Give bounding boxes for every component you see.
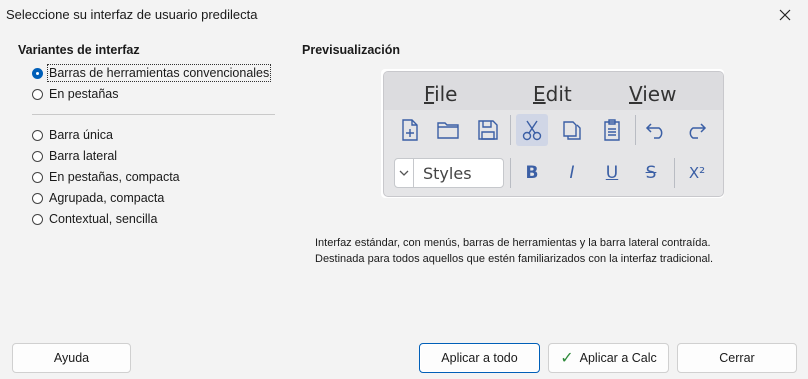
preview-heading: Previsualización <box>302 43 400 57</box>
preview-menubar: File Edit View <box>384 72 723 110</box>
radio-button[interactable] <box>32 88 43 100</box>
radio-label: En pestañas, compacta <box>49 170 180 184</box>
new-document-icon <box>394 114 426 146</box>
preview-formatting-toolbar: Styles B I U S X² <box>384 154 723 192</box>
bold-icon: B <box>525 163 539 183</box>
radio-button[interactable] <box>32 171 43 183</box>
apply-calc-label: Aplicar a Calc <box>579 351 657 365</box>
radio-groupedbar-compact[interactable]: Agrupada, compacta <box>32 190 164 206</box>
radio-button[interactable] <box>32 192 43 204</box>
checkmark-icon: ✓ <box>560 350 574 367</box>
description: Interfaz estándar, con menús, barras de … <box>315 235 713 267</box>
radio-label: Agrupada, compacta <box>49 191 165 205</box>
radio-sidebar[interactable]: Barra lateral <box>32 148 117 164</box>
radio-button[interactable] <box>32 150 43 162</box>
toolbar-separator <box>674 158 675 188</box>
radio-label: Contextual, sencilla <box>49 212 158 226</box>
radio-conventional-toolbars[interactable]: Barras de herramientas convencionales <box>32 64 272 82</box>
preview-menu-file: File <box>424 82 458 106</box>
preview-menu-edit: Edit <box>533 82 572 106</box>
radio-label: Barra lateral <box>49 149 118 163</box>
preview-standard-toolbar <box>384 114 723 152</box>
close-icon[interactable] <box>762 0 808 30</box>
divider <box>32 114 275 115</box>
title-bar: Seleccione su interfaz de usuario predil… <box>0 0 808 30</box>
redo-icon <box>680 114 712 146</box>
underline-icon: U <box>605 163 619 183</box>
description-line-2: Destinada para todos aquellos que estén … <box>315 253 714 265</box>
help-button[interactable]: Ayuda <box>12 343 131 373</box>
radio-button[interactable] <box>32 213 43 225</box>
close-button[interactable]: Cerrar <box>677 343 797 373</box>
window-title: Seleccione su interfaz de usuario predil… <box>6 7 258 22</box>
toolbar-separator <box>510 115 511 145</box>
paste-icon <box>596 114 628 146</box>
radio-button[interactable] <box>32 129 43 141</box>
save-icon <box>472 114 504 146</box>
variants-heading: Variantes de interfaz <box>18 43 140 57</box>
italic-icon: I <box>569 163 575 183</box>
undo-icon <box>640 114 672 146</box>
radio-contextual-single[interactable]: Contextual, sencilla <box>32 211 157 227</box>
preview-menu-view: View <box>629 82 677 106</box>
open-folder-icon <box>432 114 464 146</box>
radio-tabbed-compact[interactable]: En pestañas, compacta <box>32 169 180 185</box>
apply-calc-button[interactable]: ✓ Aplicar a Calc <box>548 343 669 373</box>
strikethrough-icon: S <box>645 163 657 183</box>
toolbar-separator <box>510 158 511 188</box>
radio-tabbed[interactable]: En pestañas <box>32 86 119 102</box>
description-line-1: Interfaz estándar, con menús, barras de … <box>315 237 711 249</box>
copy-icon <box>556 114 588 146</box>
radio-label: Barras de herramientas convencionales <box>46 64 272 82</box>
styles-value: Styles <box>423 164 472 183</box>
preview-image: File Edit View Styles B I U S X² <box>384 72 723 196</box>
cut-icon <box>516 114 548 146</box>
radio-label: Barra única <box>49 128 113 142</box>
radio-single-bar[interactable]: Barra única <box>32 127 113 143</box>
preview-styles-dropdown: Styles <box>394 158 504 188</box>
toolbar-separator <box>635 115 636 145</box>
radio-button[interactable] <box>32 67 43 79</box>
radio-label: En pestañas <box>49 87 119 101</box>
superscript-icon: X² <box>688 164 706 182</box>
chevron-down-icon <box>395 159 414 187</box>
apply-all-button[interactable]: Aplicar a todo <box>419 343 540 373</box>
